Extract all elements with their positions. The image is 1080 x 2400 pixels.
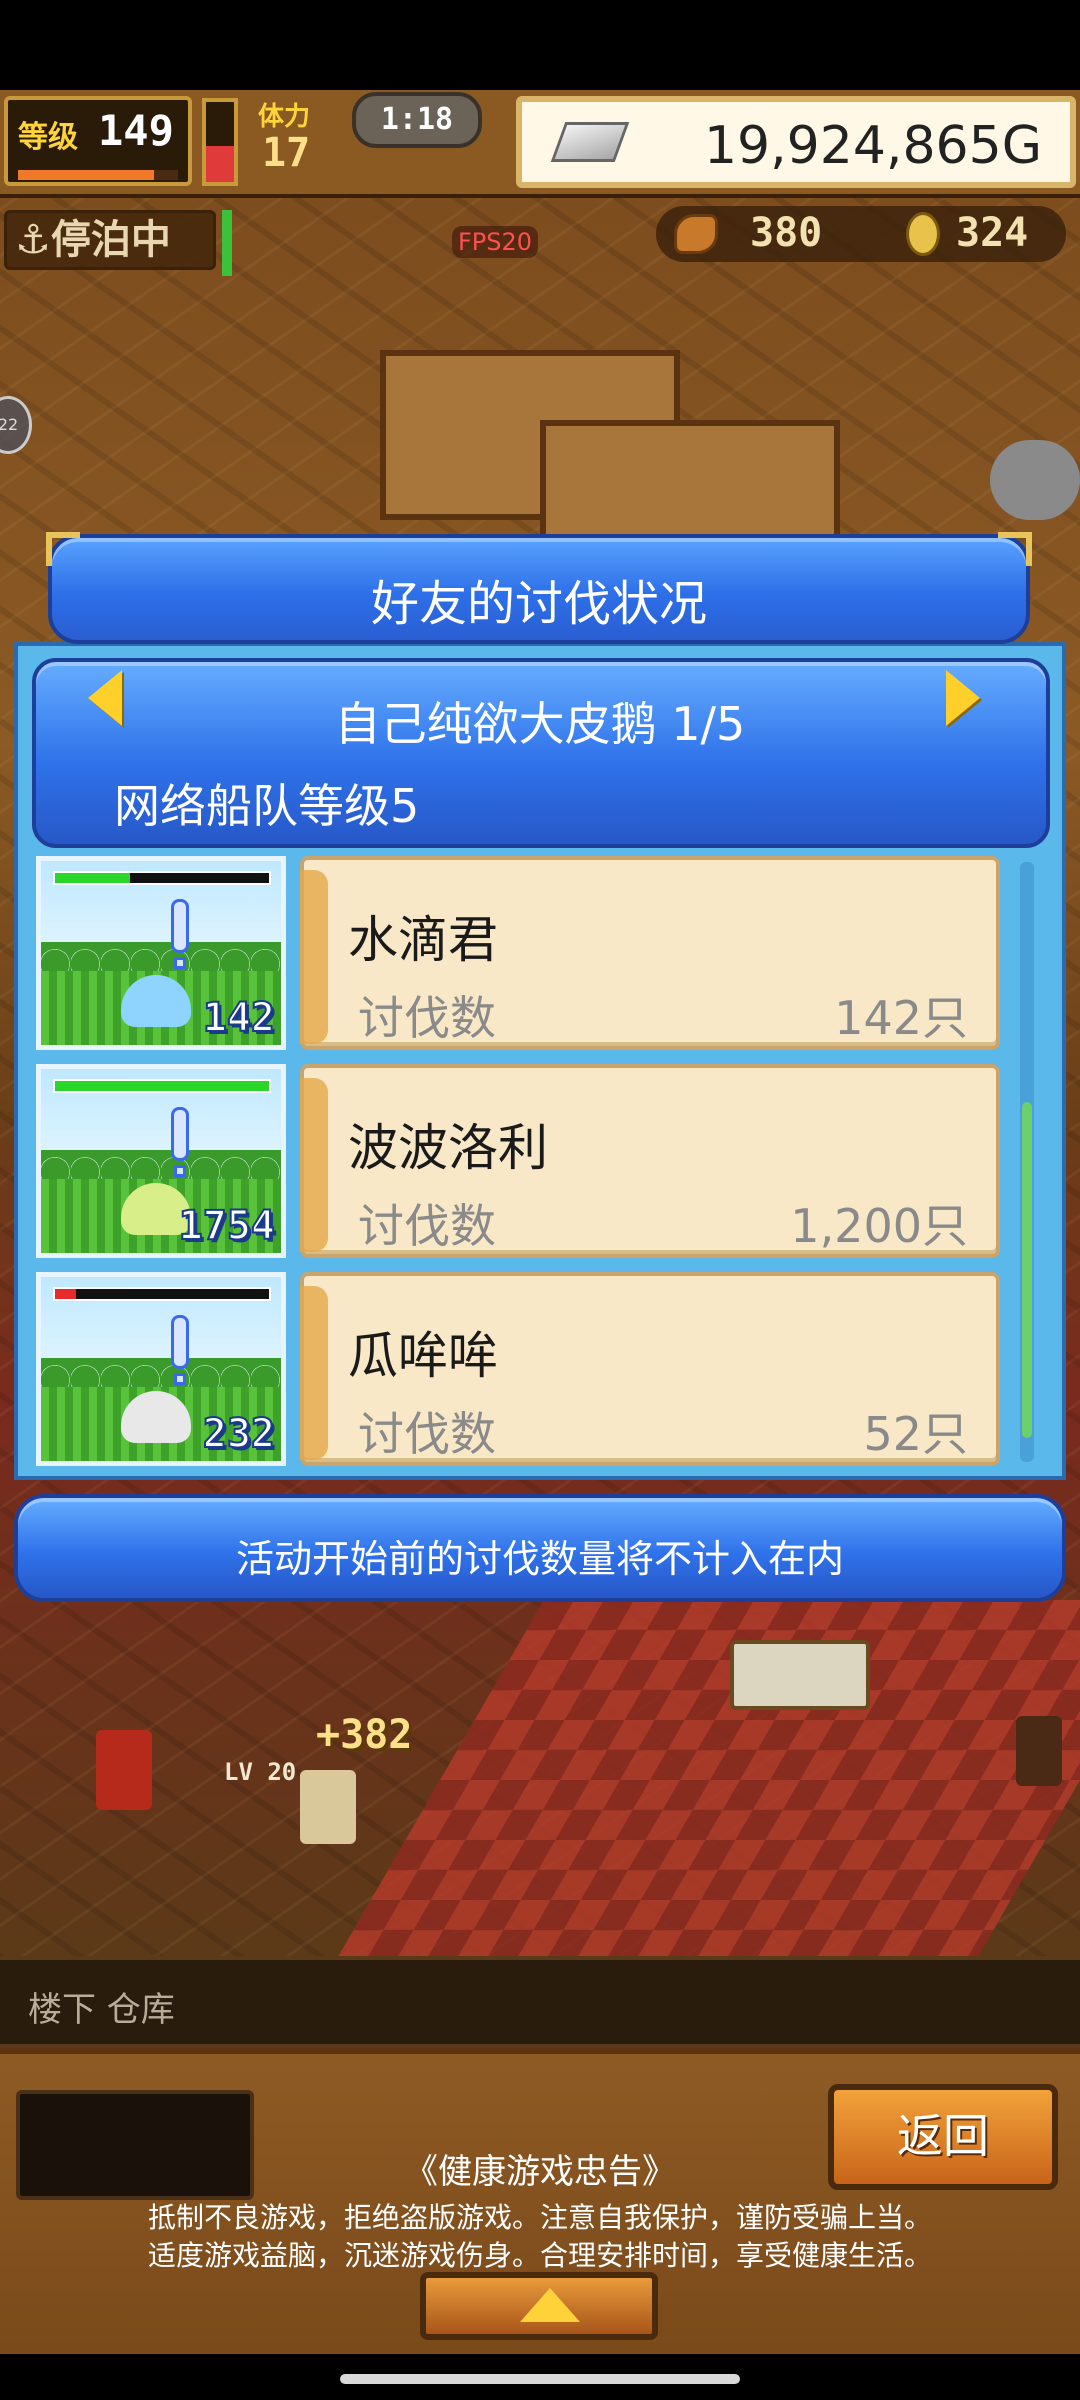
list-item[interactable]: 142 水滴君 讨伐数 142只: [28, 852, 1052, 1052]
dialog-title: 好友的讨伐状况: [370, 576, 707, 632]
scroll-thumb[interactable]: [1022, 1102, 1032, 1438]
stamina-fill: [206, 146, 234, 182]
game-timer: 1:18: [352, 92, 482, 148]
health-advice-title: 《健康游戏忠告》: [404, 2152, 676, 2192]
alert-icon: [171, 1315, 189, 1369]
health-advice-line: 抵制不良游戏，拒绝盗版游戏。注意自我保护，谨防受骗上当。: [147, 2201, 932, 2234]
resource-panel[interactable]: 380 324: [656, 206, 1066, 262]
hp-bar: [53, 1079, 271, 1093]
frame-corner: [46, 532, 80, 566]
money-panel[interactable]: 19,924,865G: [516, 96, 1076, 188]
kill-count-label: 讨伐数: [358, 991, 496, 1045]
friend-name: 自己纯欲大皮鹅 1/5: [334, 697, 746, 751]
crew-character[interactable]: [1016, 1716, 1062, 1786]
monster-thumbnail: 142: [36, 856, 286, 1050]
kill-count-value: 1,200只: [790, 1199, 968, 1253]
card-notch: [300, 1078, 328, 1252]
card-notch: [300, 1286, 328, 1460]
harbor-indicator: [222, 210, 232, 276]
stamina-gauge: [202, 98, 238, 186]
thumbnail-count: 142: [202, 994, 276, 1042]
kill-count-label: 讨伐数: [358, 1199, 496, 1253]
expand-up-button[interactable]: [420, 2272, 658, 2340]
cabin-room: [540, 420, 840, 550]
alert-icon: [171, 1107, 189, 1161]
health-advice-line: 适度游戏益脑，沉迷游戏伤身。合理安排时间，享受健康生活。: [147, 2239, 932, 2272]
crew-character[interactable]: [96, 1730, 152, 1810]
alert-dot: [174, 1373, 186, 1385]
hp-bar-fill: [55, 1081, 269, 1091]
level-label: 等级: [18, 120, 78, 155]
alert-dot: [174, 957, 186, 969]
kill-count-label: 讨伐数: [358, 1407, 496, 1461]
harbor-status-label: 停泊中: [50, 217, 171, 263]
list-item[interactable]: 1754 波波洛利 讨伐数 1,200只: [28, 1060, 1052, 1260]
alert-dot: [174, 1165, 186, 1177]
thumbnail-trees: [41, 941, 281, 972]
kill-count-value: 142只: [834, 991, 968, 1045]
monster-card[interactable]: 瓜哞哞 讨伐数 52只: [300, 1272, 1000, 1466]
crew-character[interactable]: [990, 440, 1080, 520]
kill-count-value: 52只: [863, 1407, 968, 1461]
hp-bar: [53, 1287, 271, 1301]
food-icon: [674, 214, 718, 254]
unit-level-label: LV 20: [224, 1758, 297, 1786]
monster-list[interactable]: 142 水滴君 讨伐数 142只 1754 波波洛利 讨伐数 1,200只 23…: [28, 852, 1052, 1476]
monster-name: 瓜哞哞: [348, 1327, 498, 1385]
fleet-level: 网络船队等级5: [114, 779, 420, 833]
monster-card[interactable]: 波波洛利 讨伐数 1,200只: [300, 1064, 1000, 1258]
hp-bar-fill: [55, 1289, 77, 1299]
stamina-value: 17: [262, 130, 311, 176]
gold-coin-icon: [906, 212, 940, 256]
thumbnail-trees: [41, 1149, 281, 1180]
monster-name: 波波洛利: [348, 1119, 548, 1177]
top-hud: 等级 149 体力 17 1:18 19,924,865G: [0, 90, 1080, 198]
money-value: 19,924,865G: [703, 116, 1042, 176]
level-value: 149: [98, 106, 174, 155]
card-notch: [300, 870, 328, 1044]
hp-bar-fill: [55, 873, 130, 883]
monster-name: 水滴君: [348, 911, 498, 969]
floor-label: 楼下 仓库: [28, 1990, 175, 2030]
thumbnail-trees: [41, 1357, 281, 1388]
notice-text: 活动开始前的讨伐数量将不计入在内: [235, 1537, 844, 1581]
list-item[interactable]: 232 瓜哞哞 讨伐数 52只: [28, 1268, 1052, 1468]
resource-b-value: 324: [956, 210, 1029, 256]
hp-bar: [53, 871, 271, 885]
resource-a-value: 380: [750, 210, 823, 256]
level-progress-bar: [18, 170, 178, 180]
thumbnail-count: 232: [202, 1410, 276, 1458]
floor-bar[interactable]: 楼下 仓库: [0, 1956, 1080, 2048]
silver-bar-icon: [550, 122, 630, 162]
game-screen: +382 LV 20 等级 149 体力 17 1:18 19,924,865G…: [0, 0, 1080, 2400]
level-progress-fill: [18, 170, 154, 180]
stamina-label: 体力: [258, 102, 311, 132]
alert-icon: [171, 899, 189, 953]
crew-character[interactable]: [300, 1770, 356, 1844]
dialog-title-bar: 好友的讨伐状况: [48, 534, 1030, 644]
popup-value: +382: [316, 1712, 413, 1758]
frame-corner: [998, 532, 1032, 566]
level-panel[interactable]: 等级 149: [4, 96, 192, 186]
bed-prop: [730, 1640, 870, 1710]
monster-thumbnail: 1754: [36, 1064, 286, 1258]
monster-card[interactable]: 水滴君 讨伐数 142只: [300, 856, 1000, 1050]
thumbnail-count: 1754: [178, 1202, 276, 1250]
up-arrow-icon: [520, 2288, 580, 2322]
list-scrollbar[interactable]: [1020, 862, 1034, 1462]
home-indicator[interactable]: [340, 2374, 740, 2384]
monster-thumbnail: 232: [36, 1272, 286, 1466]
harbor-status-button[interactable]: ⚓停泊中: [4, 210, 216, 270]
notice-bar: 活动开始前的讨伐数量将不计入在内: [14, 1494, 1066, 1602]
fps-counter: FPS20: [452, 226, 539, 258]
